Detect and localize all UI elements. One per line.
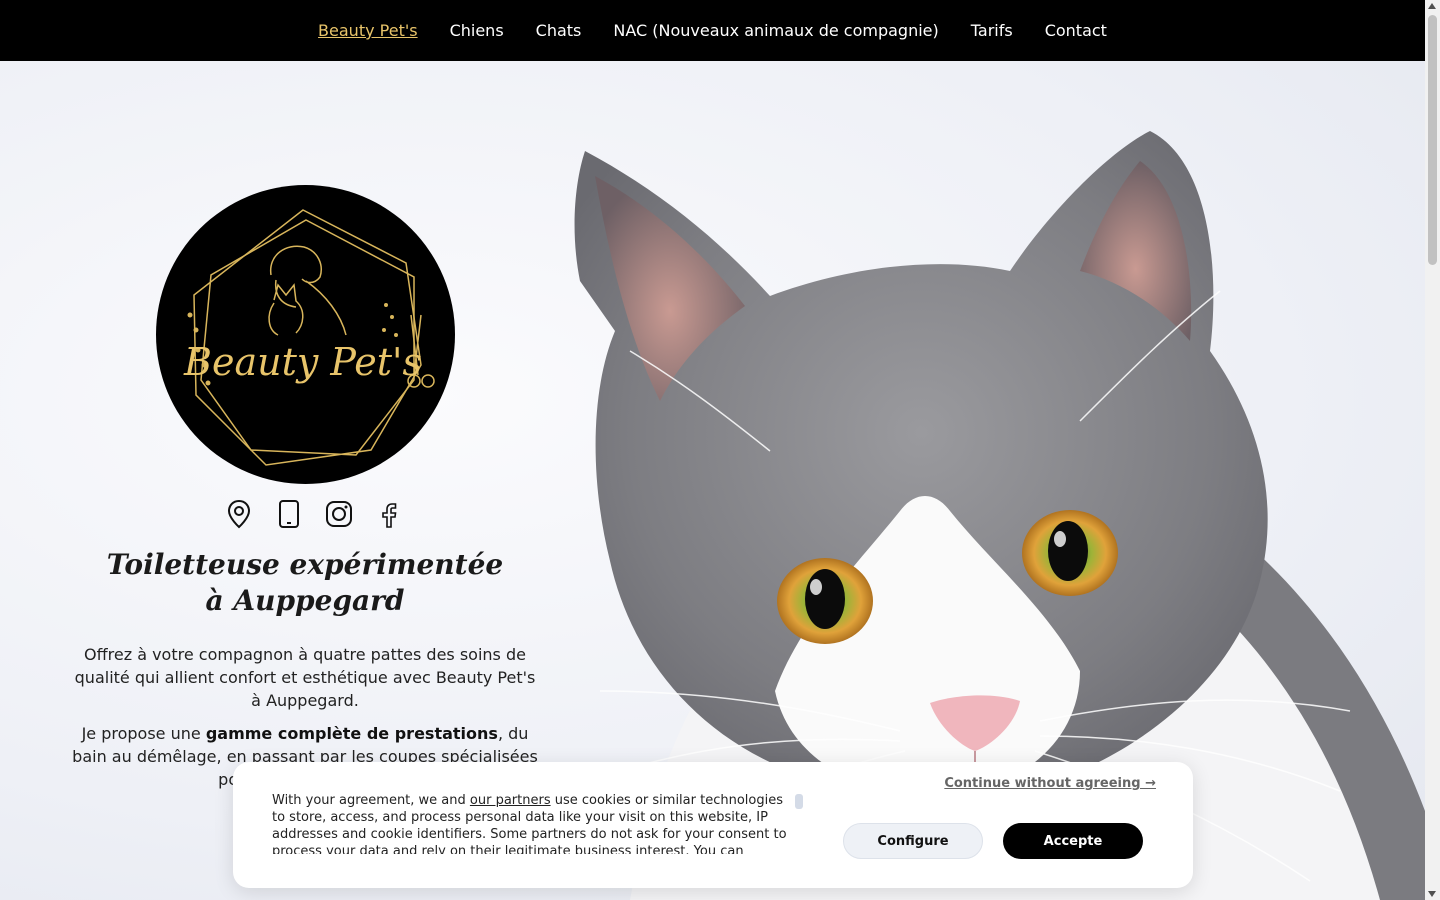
nav-item-contact[interactable]: Contact	[1045, 21, 1107, 40]
nav-item-tarifs[interactable]: Tarifs	[971, 21, 1013, 40]
instagram-icon[interactable]	[322, 497, 356, 531]
top-navigation: Beauty Pet's Chiens Chats NAC (Nouveaux …	[0, 0, 1425, 61]
nav-item-chiens[interactable]: Chiens	[450, 21, 504, 40]
page-scrollbar[interactable]	[1425, 0, 1440, 900]
nav-item-beauty-pets[interactable]: Beauty Pet's	[318, 21, 418, 40]
continue-without-agreeing-link[interactable]: Continue without agreeing →	[944, 776, 1156, 791]
logo-text: Beauty Pet's	[183, 340, 422, 384]
nav-item-nac[interactable]: NAC (Nouveaux animaux de compagnie)	[613, 21, 938, 40]
phone-icon[interactable]	[272, 497, 306, 531]
nav-item-chats[interactable]: Chats	[536, 21, 582, 40]
page-title: Toiletteuse expérimentée à Auppegard	[106, 548, 504, 617]
social-icons	[222, 497, 406, 531]
scroll-up-arrow[interactable]	[1428, 3, 1436, 9]
scroll-down-arrow[interactable]	[1428, 891, 1436, 897]
location-pin-icon[interactable]	[222, 497, 256, 531]
cookie-text-scrollbar[interactable]	[795, 794, 803, 809]
cookie-banner: With your agreement, we and our partners…	[233, 762, 1193, 888]
configure-button[interactable]: Configure	[843, 823, 983, 859]
highlight-text: gamme complète de prestations	[205, 724, 498, 743]
intro-paragraph-1: Offrez à votre compagnon à quatre pattes…	[74, 645, 536, 710]
partners-link[interactable]: our partners	[470, 793, 551, 808]
cookie-text: With your agreement, we and our partners…	[272, 793, 787, 854]
accept-button[interactable]: Accepte	[1003, 823, 1143, 859]
facebook-icon[interactable]	[372, 497, 406, 531]
beauty-pets-logo: Beauty Pet's	[156, 185, 455, 484]
scrollbar-thumb[interactable]	[1428, 15, 1437, 265]
